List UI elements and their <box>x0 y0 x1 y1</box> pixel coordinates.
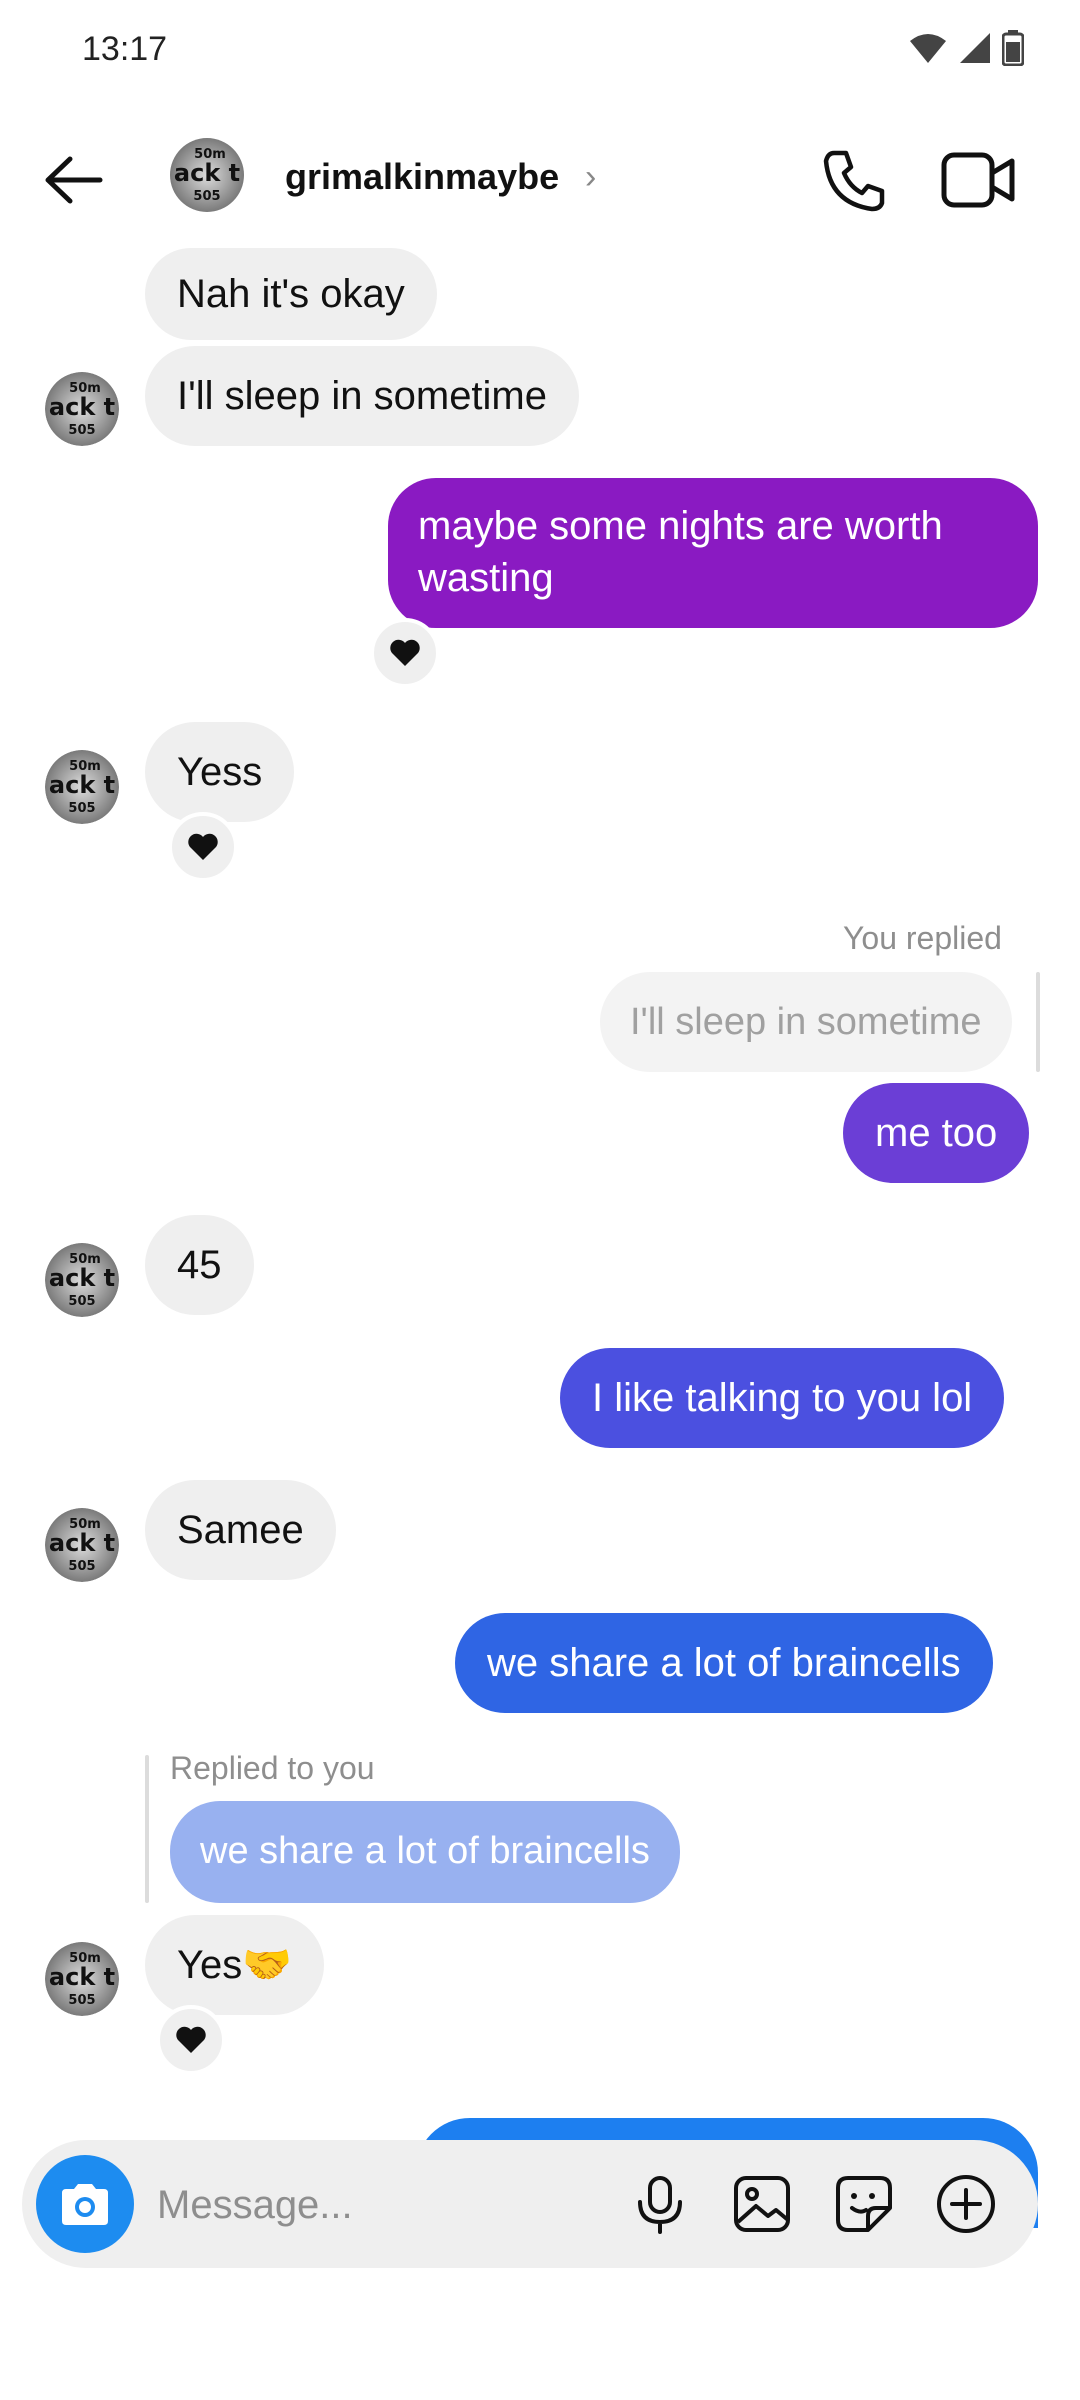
avatar[interactable]: 50m ack t 505 <box>45 1508 119 1582</box>
heart-reaction[interactable] <box>156 2005 226 2075</box>
svg-text:505: 505 <box>68 801 95 816</box>
quoted-message[interactable]: we share a lot of braincells <box>170 1801 680 1903</box>
svg-text:505: 505 <box>193 189 220 204</box>
avatar[interactable]: 50m ack t 505 <box>45 1942 119 2016</box>
sticker-icon[interactable] <box>832 2172 896 2236</box>
video-call-icon[interactable] <box>938 145 1018 215</box>
wifi-icon <box>910 34 946 63</box>
incoming-message[interactable]: Yess <box>145 722 295 822</box>
camera-button[interactable] <box>36 2155 134 2253</box>
heart-icon <box>176 2026 206 2053</box>
back-arrow-icon[interactable] <box>40 145 110 215</box>
reply-label: Replied to you <box>170 1750 375 1786</box>
avatar[interactable]: 50m ack t 505 <box>45 1243 119 1317</box>
incoming-message[interactable]: Yes🤝 <box>145 1915 325 2015</box>
svg-text:ack t: ack t <box>49 771 115 799</box>
incoming-message[interactable]: I'll sleep in sometime <box>145 346 579 446</box>
avatar[interactable]: 50m ack t 505 <box>45 750 119 824</box>
svg-text:ack t: ack t <box>49 1264 115 1292</box>
incoming-message[interactable]: Nah it's okay <box>145 248 437 340</box>
avatar[interactable]: 50m ack t 505 <box>45 372 119 446</box>
status-icons <box>908 30 1024 66</box>
outgoing-message[interactable]: I like talking to you lol <box>560 1348 1005 1448</box>
reply-label: You replied <box>843 920 1002 956</box>
svg-text:505: 505 <box>68 1993 95 2008</box>
incoming-message[interactable]: 45 <box>145 1215 254 1315</box>
reply-quote-bar <box>145 1755 149 1903</box>
battery-icon <box>1002 30 1024 66</box>
svg-text:ack t: ack t <box>49 393 115 421</box>
heart-reaction[interactable] <box>168 812 238 882</box>
svg-text:505: 505 <box>68 1294 95 1309</box>
microphone-icon[interactable] <box>628 2172 692 2236</box>
gallery-icon[interactable] <box>730 2172 794 2236</box>
outgoing-message[interactable]: me too <box>843 1083 1030 1183</box>
message-line: wasting <box>418 556 554 600</box>
svg-text:ack t: ack t <box>174 159 240 187</box>
message-line: maybe some nights are worth <box>418 504 943 548</box>
svg-text:505: 505 <box>68 1559 95 1574</box>
outgoing-message[interactable]: we share a lot of braincells <box>455 1613 993 1713</box>
camera-icon <box>62 2184 108 2225</box>
avatar[interactable]: 50m ack t 505 <box>170 138 244 212</box>
svg-text:ack t: ack t <box>49 1529 115 1557</box>
svg-text:ack t: ack t <box>49 1963 115 1991</box>
chat-username[interactable]: grimalkinmaybe <box>285 156 559 198</box>
outgoing-message[interactable]: maybe some nights are worth wasting <box>388 478 1038 628</box>
svg-text:505: 505 <box>68 423 95 438</box>
add-icon[interactable] <box>934 2172 998 2236</box>
heart-icon <box>188 833 218 860</box>
incoming-message[interactable]: Samee <box>145 1480 336 1580</box>
reply-quote-bar <box>1036 972 1040 1072</box>
heart-icon <box>390 639 420 666</box>
signal-icon <box>960 33 990 63</box>
quoted-message[interactable]: I'll sleep in sometime <box>600 972 1012 1072</box>
chevron-right-icon[interactable]: › <box>585 158 596 197</box>
status-time: 13:17 <box>82 30 168 68</box>
heart-reaction[interactable] <box>370 618 440 688</box>
phone-icon[interactable] <box>820 145 890 215</box>
message-input[interactable] <box>155 2172 609 2238</box>
